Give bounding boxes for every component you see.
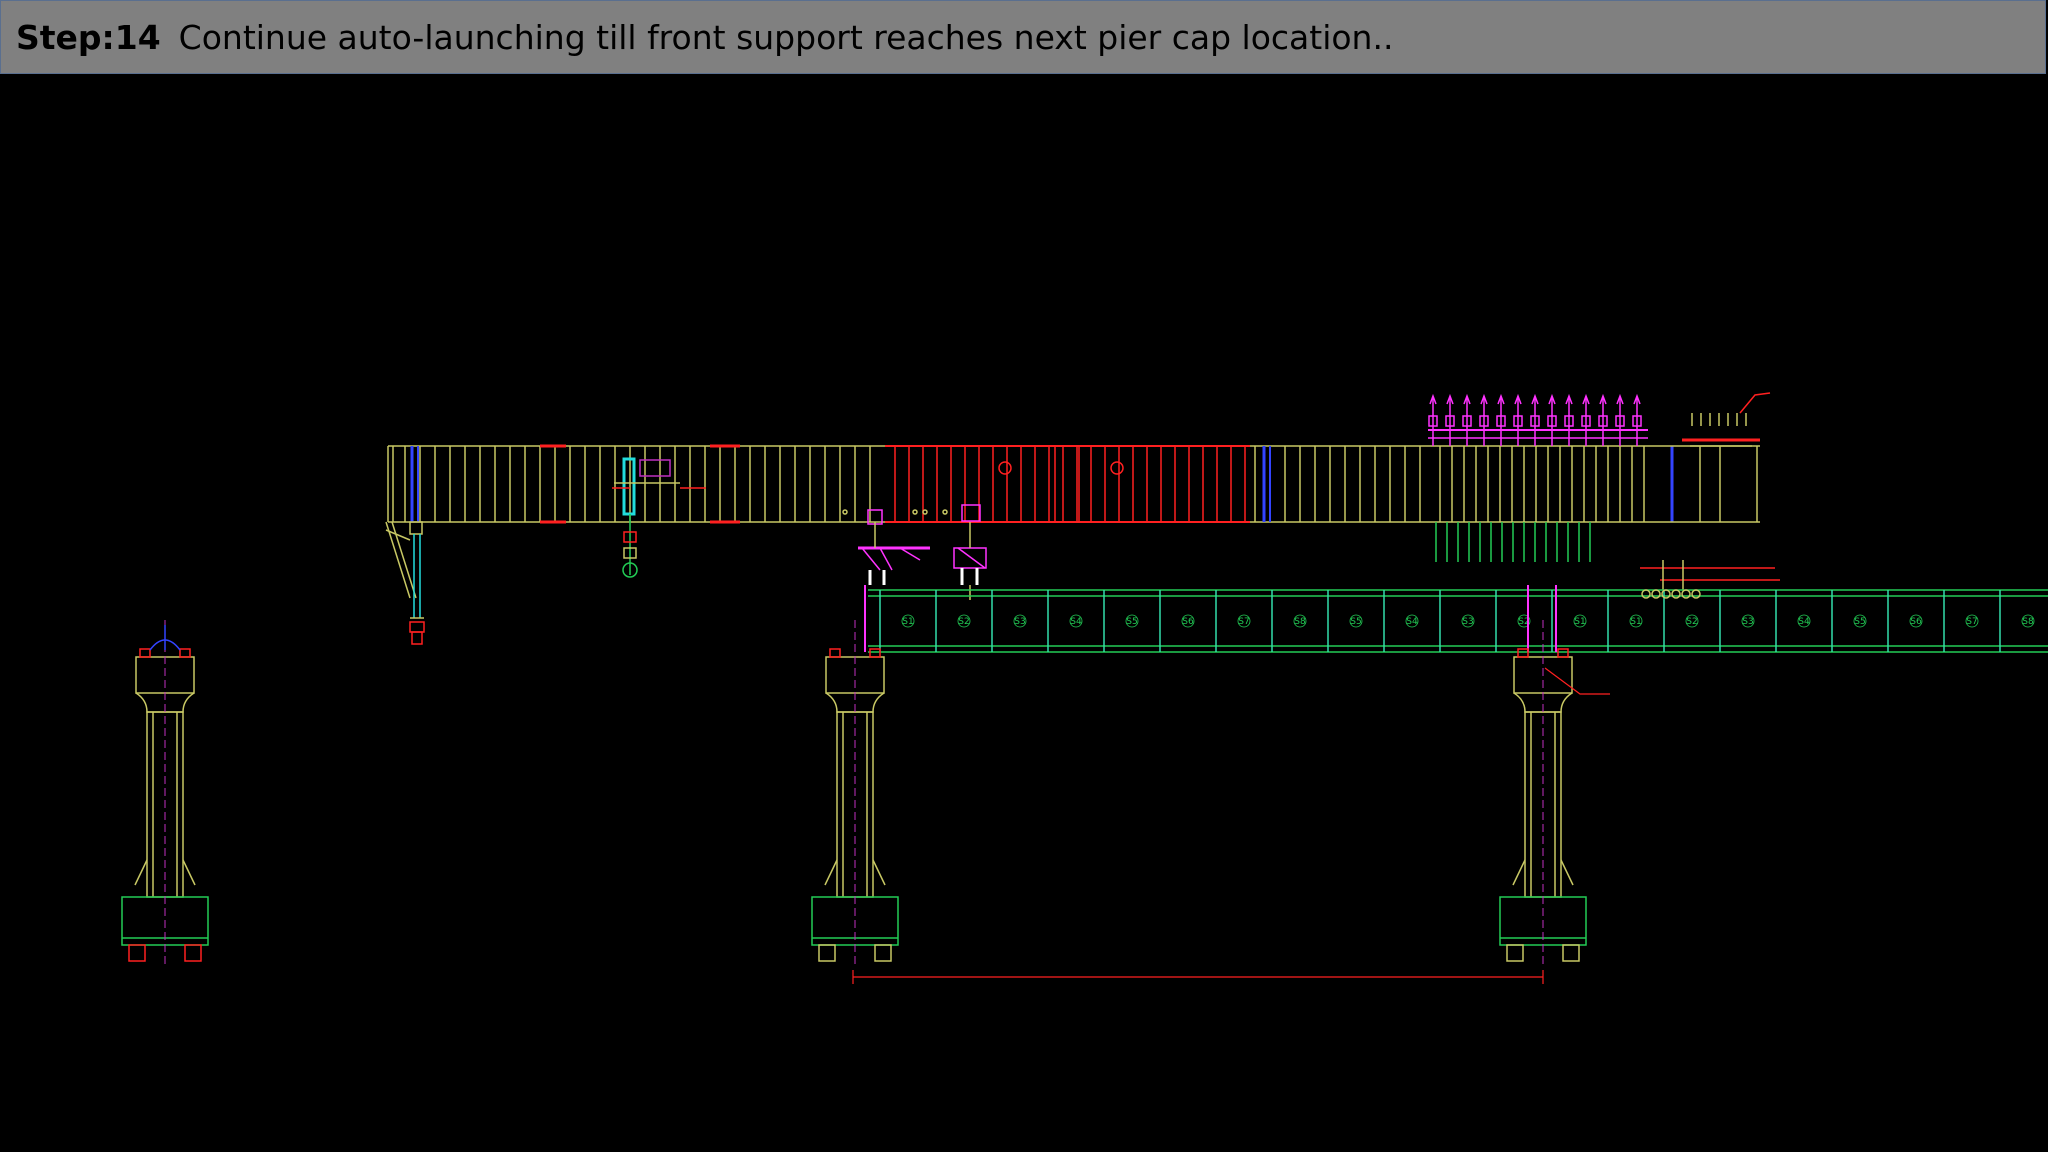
piers — [121, 620, 1587, 965]
launching-drawing: S1 S2 S3 S4 S5 S6 S7 S8 S5 S4 S3 S2 S1 S1 S2 S3 S4 S5 S6 S7… — [121, 392, 2048, 984]
title-bar: Step:14 Continue auto-launching till fron… — [0, 0, 2046, 74]
bridge-deck: S1 S2 S3 S4 S5 S6 S7 S8 S5 S4 S3 S2 S1 S1 S2 S3 S4 S5 S6 S7… — [864, 585, 2048, 653]
step-description: Continue auto-launching till front suppo… — [178, 17, 1394, 57]
slide-title: Step:14 Continue auto-launching till fron… — [16, 18, 1393, 57]
pier-1 — [121, 620, 209, 965]
launching-girder — [387, 392, 1780, 590]
span-dimension — [852, 970, 1544, 984]
leader-lines — [1544, 667, 1610, 695]
pier-3 — [1499, 620, 1587, 965]
rear-support-leg — [385, 521, 425, 645]
pier-2 — [811, 620, 899, 965]
step-label: Step:14 — [16, 17, 161, 57]
